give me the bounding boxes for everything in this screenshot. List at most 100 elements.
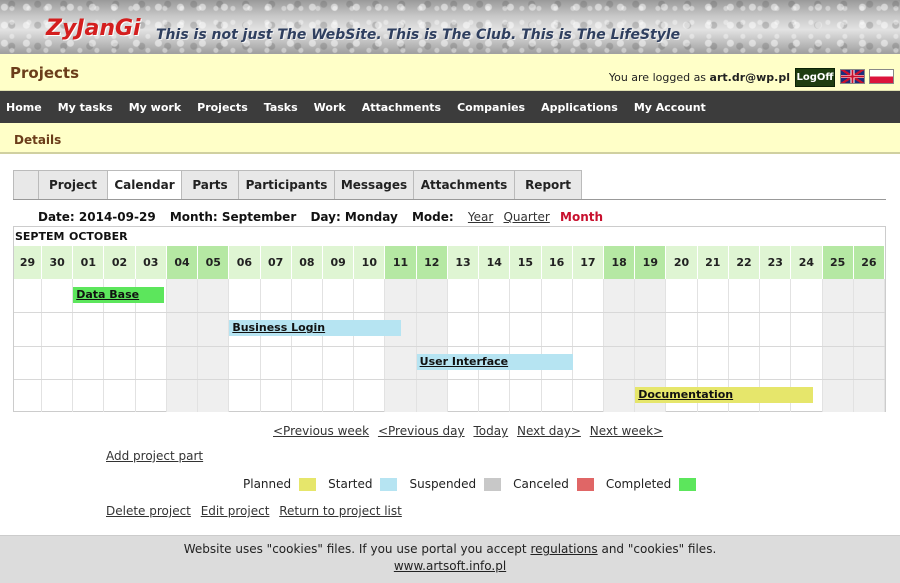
nav-my-account[interactable]: My Account (634, 101, 706, 114)
add-project-part-link[interactable]: Add project part (106, 449, 203, 463)
day-header-cell[interactable]: 17 (572, 246, 604, 279)
day-header-cell[interactable]: 22 (728, 246, 761, 279)
day-header-cell[interactable]: 29 (14, 246, 42, 279)
day-header-cell[interactable]: 10 (354, 246, 386, 279)
legend-label-suspended: Suspended (409, 477, 477, 491)
month-row: SEPTEM OCTOBER (14, 227, 885, 247)
tab-messages[interactable]: Messages (335, 170, 414, 200)
day-header-cell[interactable]: 26 (853, 246, 885, 279)
legend-swatch-suspended (484, 477, 502, 491)
cookie-text-before: Website uses "cookies" files. If you use… (183, 542, 527, 556)
cookie-notice: Website uses "cookies" files. If you use… (0, 542, 900, 556)
day-header-cell[interactable]: 11 (385, 246, 417, 279)
status-legend: Planned Started Suspended Canceled Compl… (243, 477, 708, 491)
project-part-bar[interactable]: Documentation (635, 386, 814, 403)
day-header-cell[interactable]: 06 (229, 246, 261, 279)
today-link[interactable]: Today (473, 424, 508, 438)
day-header-cell[interactable]: 01 (73, 246, 105, 279)
day-header-cell[interactable]: 18 (604, 246, 636, 279)
return-to-list-link[interactable]: Return to project list (279, 504, 402, 518)
pl-flag-icon[interactable] (869, 69, 894, 84)
day-header-cell[interactable]: 16 (541, 246, 573, 279)
nav-home[interactable]: Home (6, 101, 42, 114)
day-header-cell[interactable]: 20 (666, 246, 698, 279)
nav-my-tasks[interactable]: My tasks (58, 101, 113, 114)
day-header-cell[interactable]: 15 (510, 246, 542, 279)
mode-month-active[interactable]: Month (560, 210, 603, 224)
title-bar: Projects You are logged as art.dr@wp.pl … (0, 54, 900, 91)
nav-work[interactable]: Work (314, 101, 346, 114)
nav-attachments[interactable]: Attachments (362, 101, 441, 114)
day-header-cell[interactable]: 02 (104, 246, 136, 279)
tab-attachments[interactable]: Attachments (414, 170, 515, 200)
date-row: Date: 2014-09-29 Month: September Day: M… (38, 210, 603, 224)
tab-participants[interactable]: Participants (239, 170, 335, 200)
day-header-cell[interactable]: 07 (260, 246, 292, 279)
next-week-link[interactable]: Next week> (590, 424, 663, 438)
day-header-cell[interactable]: 21 (697, 246, 729, 279)
delete-project-link[interactable]: Delete project (106, 504, 191, 518)
project-actions: Delete project Edit project Return to pr… (106, 504, 408, 518)
day-header-cell[interactable]: 05 (198, 246, 230, 279)
mode-label: Mode: (411, 210, 454, 224)
regulations-link[interactable]: regulations (530, 542, 597, 556)
tab-project[interactable]: Project (39, 170, 108, 200)
cookie-footer: Website uses "cookies" files. If you use… (0, 535, 900, 583)
month-label-october: OCTOBER (69, 230, 128, 243)
login-user: art.dr@wp.pl (709, 71, 790, 84)
nav-companies[interactable]: Companies (457, 101, 525, 114)
uk-flag-icon[interactable] (840, 69, 865, 84)
calendar-grid: Data Base Business Login User Interface Doc… (14, 279, 885, 412)
day-header-cell[interactable]: 04 (166, 246, 199, 279)
calendar-row-divider (14, 345, 885, 347)
day-header-cell[interactable]: 09 (323, 246, 355, 279)
mode-quarter-link[interactable]: Quarter (503, 210, 549, 224)
day-header-cell[interactable]: 08 (291, 246, 323, 279)
tab-report[interactable]: Report (515, 170, 582, 200)
legend-swatch-planned (299, 477, 317, 491)
legend-label-completed: Completed (605, 477, 672, 491)
logoff-button[interactable]: LogOff (795, 68, 835, 87)
site-link[interactable]: www.artsoft.info.pl (0, 559, 900, 573)
nav-tasks[interactable]: Tasks (264, 101, 298, 114)
day-header-cell[interactable]: 13 (447, 246, 480, 279)
tab-calendar[interactable]: Calendar (108, 170, 182, 200)
day-header-cell[interactable]: 25 (822, 246, 854, 279)
nav-projects[interactable]: Projects (197, 101, 248, 114)
project-part-bar[interactable]: Business Login (229, 320, 402, 337)
tabs-underline (13, 199, 886, 200)
previous-day-link[interactable]: <Previous day (378, 424, 465, 438)
tab-parts[interactable]: Parts (182, 170, 239, 200)
project-part-bar[interactable]: User Interface (416, 353, 573, 370)
previous-week-link[interactable]: <Previous week (273, 424, 369, 438)
day-header-cell[interactable]: 24 (791, 246, 823, 279)
site-logo[interactable]: ZyJanGi (46, 16, 141, 41)
day-header-cell[interactable]: 30 (42, 246, 74, 279)
page-title: Projects (10, 64, 80, 82)
next-day-link[interactable]: Next day> (517, 424, 581, 438)
main-nav: Home My tasks My work Projects Tasks Wor… (0, 91, 900, 123)
project-part-bar[interactable]: Data Base (73, 287, 164, 303)
day-header-cell[interactable]: 19 (635, 246, 667, 279)
mode-year-link[interactable]: Year (468, 210, 493, 224)
tab-blank[interactable] (13, 170, 39, 200)
current-month: Month: September (169, 210, 297, 224)
calendar-row-divider (14, 378, 885, 380)
project-tabs: Project Calendar Parts Participants Mess… (13, 170, 582, 200)
legend-label-started: Started (328, 477, 373, 491)
current-day: Day: Monday (310, 210, 398, 224)
calendar-pager: <Previous week <Previous day Today Next … (273, 424, 668, 438)
site-slogan: This is not just The WebSite. This is Th… (156, 27, 681, 43)
legend-swatch-completed (679, 477, 697, 491)
day-header-cell[interactable]: 14 (479, 246, 511, 279)
legend-swatch-canceled (576, 477, 594, 491)
edit-project-link[interactable]: Edit project (201, 504, 270, 518)
legend-label-planned: Planned (243, 477, 292, 491)
day-row: 29 30 01 02 03 04 05 06 07 08 09 10 11 12 13 14 15 16 17 18… (14, 246, 885, 279)
day-header-cell[interactable]: 23 (760, 246, 792, 279)
day-header-cell[interactable]: 12 (416, 246, 448, 279)
nav-applications[interactable]: Applications (541, 101, 618, 114)
legend-label-canceled: Canceled (513, 477, 569, 491)
nav-my-work[interactable]: My work (129, 101, 181, 114)
day-header-cell[interactable]: 03 (135, 246, 167, 279)
